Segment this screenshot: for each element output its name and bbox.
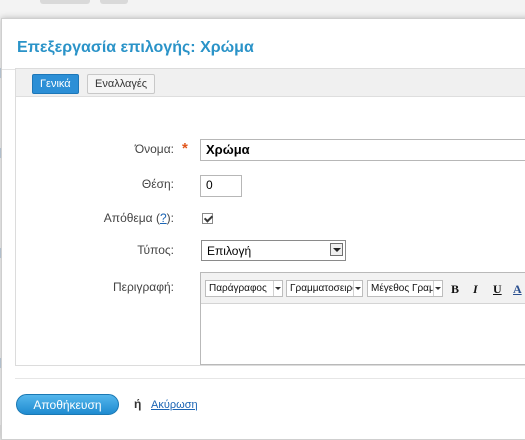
tabs-bar: Γενικά Εναλλαγές — [16, 69, 525, 97]
background-tab — [40, 0, 90, 4]
name-label: Όνομα: — [134, 142, 174, 156]
font-select-value: Γραμματοσειρά — [290, 283, 358, 294]
background-top-bar — [0, 0, 525, 18]
name-input[interactable]: Χρώμα — [200, 139, 525, 161]
chevron-down-icon — [330, 243, 343, 256]
type-select[interactable]: Επιλογή — [201, 240, 346, 261]
editor-toolbar: Παράγραφος Γραμματοσειρά Μέγεθος Γραμματ… — [201, 273, 525, 304]
text-color-button[interactable]: A — [513, 282, 522, 297]
type-label: Τύπος: — [137, 243, 174, 257]
dialog-title: Επεξεργασία επιλογής: Χρώμα — [17, 39, 254, 56]
background-tab — [100, 0, 128, 4]
format-select[interactable]: Παράγραφος — [205, 280, 283, 297]
cancel-link[interactable]: Ακύρωση — [151, 399, 198, 411]
or-text: ή — [134, 397, 142, 411]
save-button[interactable]: Αποθήκευση — [16, 394, 119, 415]
description-editor[interactable]: Παράγραφος Γραμματοσειρά Μέγεθος Γραμματ… — [200, 272, 525, 365]
underline-button[interactable]: U — [493, 282, 502, 297]
description-label: Περιγραφή: — [112, 280, 174, 294]
bold-button[interactable]: B — [451, 282, 459, 297]
size-select[interactable]: Μέγεθος Γραμματοσειράς — [367, 280, 443, 297]
type-select-value: Επιλογή — [207, 244, 252, 258]
stock-label-text: Απόθεμα — [103, 211, 153, 225]
stock-label: Απόθεμα (?): — [103, 211, 174, 225]
tab-general[interactable]: Γενικά — [32, 74, 79, 94]
required-star-icon: * — [182, 140, 188, 157]
position-input[interactable]: 0 — [200, 175, 242, 197]
italic-button[interactable]: I — [473, 282, 478, 297]
footer-divider — [15, 378, 525, 379]
chevron-down-icon — [353, 281, 362, 296]
chevron-down-icon — [433, 281, 442, 296]
form-panel: Γενικά Εναλλαγές Όνομα: * Χρώμα Θέση: 0 … — [15, 68, 525, 366]
position-input-value: 0 — [206, 178, 213, 192]
font-select[interactable]: Γραμματοσειρά — [286, 280, 363, 297]
format-select-value: Παράγραφος — [209, 283, 267, 294]
stock-help-link[interactable]: ? — [160, 211, 167, 225]
position-label: Θέση: — [141, 177, 174, 191]
tab-variations[interactable]: Εναλλαγές — [87, 74, 156, 94]
stock-checkbox[interactable] — [202, 213, 213, 224]
chevron-down-icon — [273, 281, 282, 296]
name-input-value: Χρώμα — [206, 142, 250, 157]
